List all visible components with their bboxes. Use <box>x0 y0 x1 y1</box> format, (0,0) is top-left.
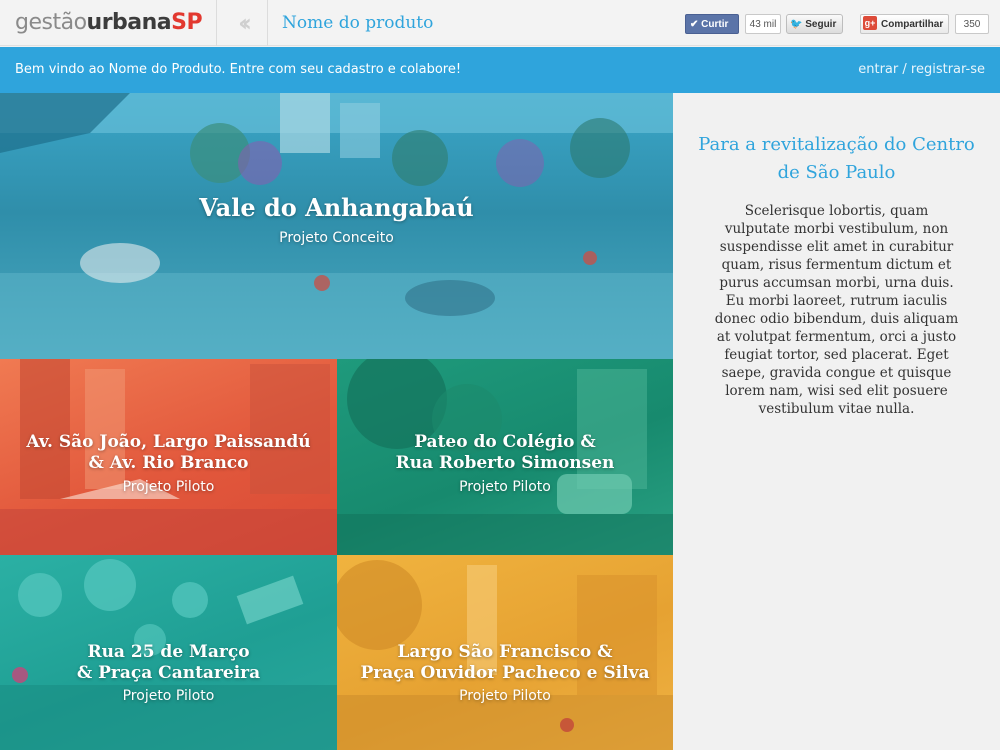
plaza-photo-illustration <box>0 93 673 359</box>
tile-title-line1: Largo São Francisco & <box>397 642 613 662</box>
tile-subtitle: Projeto Conceito <box>279 230 394 246</box>
tile-subtitle: Projeto Piloto <box>459 479 551 495</box>
tile-title-line1: Av. São João, Largo Paissandú <box>26 432 311 452</box>
tile-title: Vale do Anhangabaú <box>199 193 474 222</box>
tile-subtitle: Projeto Piloto <box>459 688 551 704</box>
like-count: 43 mil <box>745 14 781 34</box>
project-tile-vale-do-anhangabau[interactable]: Vale do Anhangabaú Projeto Conceito <box>0 93 673 359</box>
tile-title-line2: & Praça Cantareira <box>76 663 261 683</box>
twitter-follow-button[interactable]: 🐦 Seguir <box>786 14 843 34</box>
product-name: Nome do produto <box>282 13 434 33</box>
site-logo[interactable]: gestãourbanaSP <box>15 9 203 37</box>
tile-title: Rua 25 de Março & Praça Cantareira <box>0 642 337 684</box>
tile-title-line2: Praça Ouvidor Pacheco e Silva <box>360 663 650 683</box>
login-link[interactable]: entrar <box>858 62 898 77</box>
header-divider <box>267 0 268 46</box>
top-header: gestãourbanaSP ‹‹ Nome do produto ✔ Curt… <box>0 0 1000 46</box>
tile-title-line1: Pateo do Colégio & <box>414 432 596 452</box>
intro-panel: Para a revitalização do Centro de São Pa… <box>673 93 1000 750</box>
google-plus-icon: g+ <box>863 16 877 30</box>
project-tile-largo-sao-francisco[interactable]: Largo São Francisco & Praça Ouvidor Pach… <box>337 555 673 750</box>
tile-title: Pateo do Colégio & Rua Roberto Simonsen <box>337 432 673 474</box>
welcome-bar: Bem vindo ao Nome do Produto. Entre com … <box>0 47 1000 93</box>
tile-title: Largo São Francisco & Praça Ouvidor Pach… <box>337 642 673 684</box>
tile-subtitle: Projeto Piloto <box>122 688 215 704</box>
auth-divider: / <box>902 62 907 77</box>
logo-part-urbana: urbana <box>86 10 172 35</box>
logo-part-sp: SP <box>171 10 203 35</box>
intro-heading: Para a revitalização do Centro de São Pa… <box>698 134 975 183</box>
tile-title-line2: Rua Roberto Simonsen <box>395 453 615 473</box>
share-count: 350 <box>955 14 989 34</box>
follow-label: Seguir <box>805 19 837 30</box>
tile-subtitle: Projeto Piloto <box>122 479 215 495</box>
project-tile-pateo-do-colegio[interactable]: Pateo do Colégio & Rua Roberto Simonsen … <box>337 359 673 555</box>
project-tile-av-sao-joao[interactable]: Av. São João, Largo Paissandú & Av. Rio … <box>0 359 337 555</box>
tile-title: Av. São João, Largo Paissandú & Av. Rio … <box>0 432 337 474</box>
google-plus-share-button[interactable]: g+ Compartilhar <box>860 14 949 34</box>
tile-title-line2: & Av. Rio Branco <box>88 453 249 473</box>
facebook-like-button[interactable]: ✔ Curtir <box>685 14 739 34</box>
tile-title-line1: Rua 25 de Março <box>87 642 250 662</box>
header-divider <box>216 0 217 46</box>
like-label: Curtir <box>701 19 729 30</box>
project-tile-rua-25-de-marco[interactable]: Rua 25 de Março & Praça Cantareira Proje… <box>0 555 337 750</box>
share-label: Compartilhar <box>881 19 944 30</box>
logo-part-gestao: gestão <box>15 10 87 35</box>
twitter-bird-icon: 🐦 <box>790 19 803 30</box>
welcome-message: Bem vindo ao Nome do Produto. Entre com … <box>15 62 462 77</box>
check-icon: ✔ <box>690 19 699 30</box>
auth-links: entrar / registrar-se <box>858 62 985 77</box>
intro-body: Scelerisque lobortis, quam vulputate mor… <box>714 203 959 417</box>
double-chevron-left-icon[interactable]: ‹‹ <box>228 10 256 36</box>
register-link[interactable]: registrar-se <box>911 62 985 77</box>
